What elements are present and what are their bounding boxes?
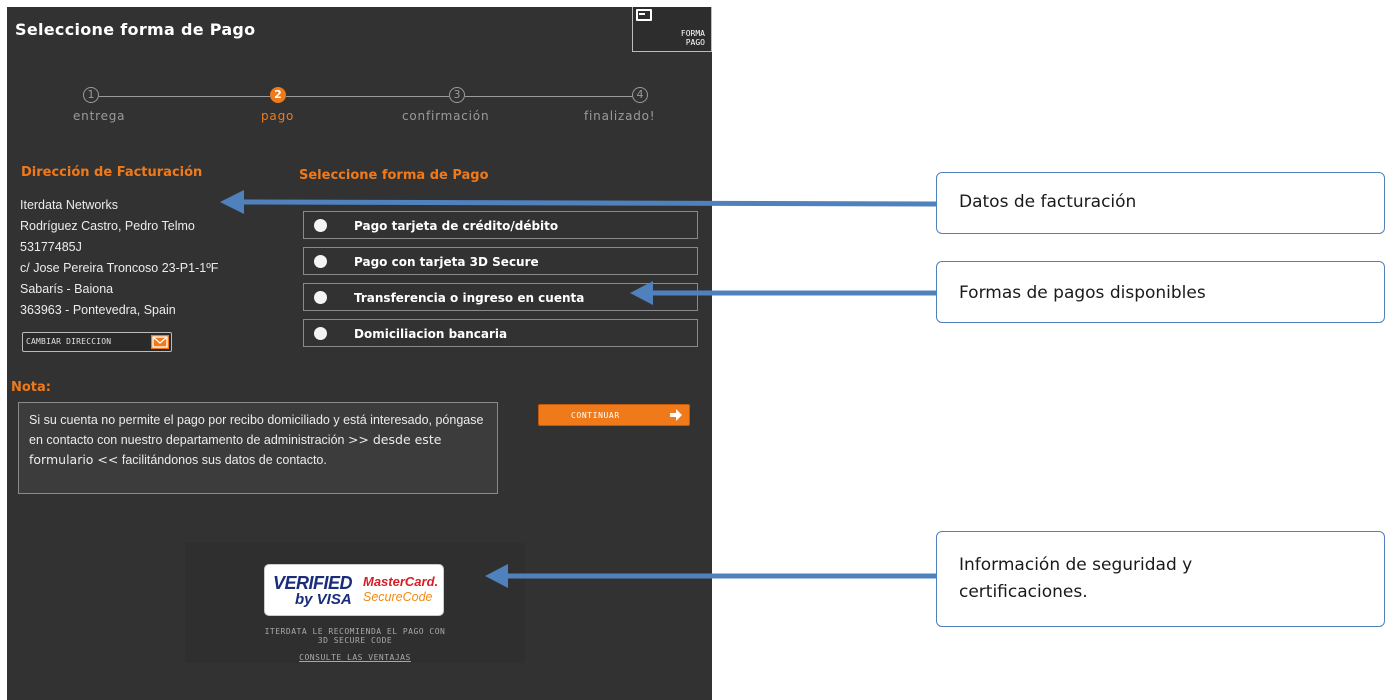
callout-payment: Formas de pagos disponibles bbox=[936, 261, 1385, 323]
callout-security-line1: Información de seguridad y bbox=[959, 555, 1193, 575]
arrow-payment bbox=[630, 281, 936, 305]
arrow-security bbox=[485, 564, 936, 588]
arrow-billing bbox=[220, 190, 937, 214]
callout-billing-text: Datos de facturación bbox=[959, 192, 1137, 212]
callout-payment-text: Formas de pagos disponibles bbox=[959, 283, 1206, 303]
callout-billing: Datos de facturación bbox=[936, 172, 1385, 234]
callout-security-line2: certificaciones. bbox=[959, 582, 1088, 602]
callout-security: Información de seguridad y certificacion… bbox=[936, 531, 1385, 627]
